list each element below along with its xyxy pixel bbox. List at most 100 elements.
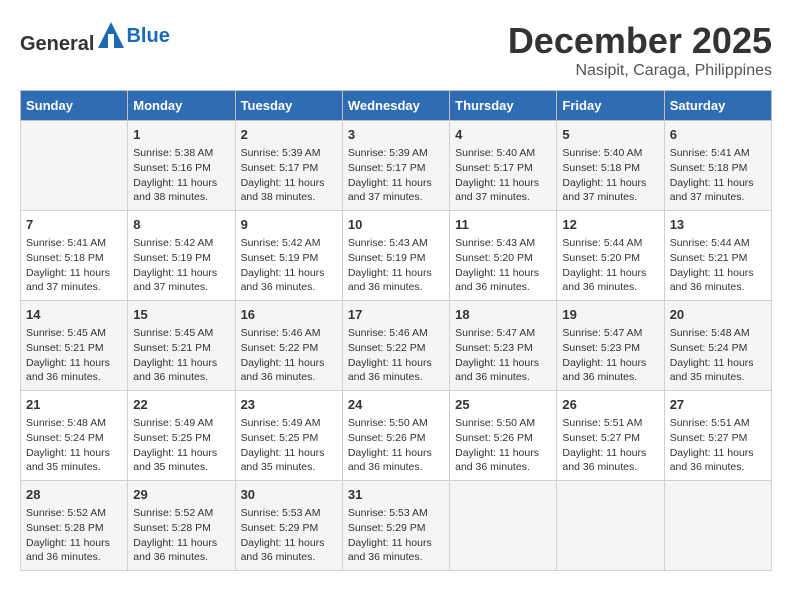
day-number: 27: [670, 396, 766, 414]
day-number: 30: [241, 486, 337, 504]
cell-info: Sunrise: 5:53 AM Sunset: 5:29 PM Dayligh…: [348, 506, 444, 565]
day-number: 25: [455, 396, 551, 414]
calendar-table: SundayMondayTuesdayWednesdayThursdayFrid…: [20, 90, 772, 571]
calendar-cell: 22 Sunrise: 5:49 AM Sunset: 5:25 PM Dayli…: [128, 391, 235, 481]
logo: General Blue: [20, 20, 170, 56]
weekday-header-thursday: Thursday: [450, 91, 557, 121]
cell-info: Sunrise: 5:39 AM Sunset: 5:17 PM Dayligh…: [348, 146, 444, 205]
day-number: 8: [133, 216, 229, 234]
title-block: December 2025 Nasipit, Caraga, Philippin…: [508, 20, 772, 80]
cell-info: Sunrise: 5:48 AM Sunset: 5:24 PM Dayligh…: [670, 326, 766, 385]
calendar-cell: 2Sunrise: 5:39 AM Sunset: 5:17 PM Daylig…: [235, 121, 342, 211]
week-row-3: 14Sunrise: 5:45 AM Sunset: 5:21 PM Dayli…: [21, 301, 772, 391]
calendar-cell: [664, 481, 771, 571]
day-number: 20: [670, 306, 766, 324]
day-number: 28: [26, 486, 122, 504]
day-number: 7: [26, 216, 122, 234]
calendar-cell: 30 Sunrise: 5:53 AM Sunset: 5:29 PM Dayli…: [235, 481, 342, 571]
weekday-header-saturday: Saturday: [664, 91, 771, 121]
calendar-cell: 15 Sunrise: 5:45 AM Sunset: 5:21 PM Dayli…: [128, 301, 235, 391]
cell-info: Sunrise: 5:47 AM Sunset: 5:23 PM Dayligh…: [455, 326, 551, 385]
cell-info: Sunrise: 5:43 AM Sunset: 5:20 PM Dayligh…: [455, 236, 551, 295]
day-number: 5: [562, 126, 658, 144]
cell-info: Sunrise: 5:41 AM Sunset: 5:18 PM Dayligh…: [670, 146, 766, 205]
logo-general-text: General: [20, 20, 126, 56]
calendar-cell: 8 Sunrise: 5:42 AM Sunset: 5:19 PM Daylig…: [128, 211, 235, 301]
calendar-cell: 29Sunrise: 5:52 AM Sunset: 5:28 PM Dayli…: [128, 481, 235, 571]
day-number: 12: [562, 216, 658, 234]
day-number: 21: [26, 396, 122, 414]
week-row-1: 1 Sunrise: 5:38 AM Sunset: 5:16 PM Daylig…: [21, 121, 772, 211]
calendar-cell: 9 Sunrise: 5:42 AM Sunset: 5:19 PM Daylig…: [235, 211, 342, 301]
calendar-cell: 18Sunrise: 5:47 AM Sunset: 5:23 PM Dayli…: [450, 301, 557, 391]
calendar-cell: 6Sunrise: 5:41 AM Sunset: 5:18 PM Daylig…: [664, 121, 771, 211]
calendar-cell: 21 Sunrise: 5:48 AM Sunset: 5:24 PM Dayli…: [21, 391, 128, 481]
cell-info: Sunrise: 5:47 AM Sunset: 5:23 PM Dayligh…: [562, 326, 658, 385]
day-number: 11: [455, 216, 551, 234]
day-number: 29: [133, 486, 229, 504]
cell-info: Sunrise: 5:40 AM Sunset: 5:17 PM Dayligh…: [455, 146, 551, 205]
calendar-cell: 5 Sunrise: 5:40 AM Sunset: 5:18 PM Daylig…: [557, 121, 664, 211]
month-title: December 2025: [508, 20, 772, 62]
calendar-cell: [450, 481, 557, 571]
day-number: 26: [562, 396, 658, 414]
cell-info: Sunrise: 5:49 AM Sunset: 5:25 PM Dayligh…: [133, 416, 229, 475]
weekday-header-monday: Monday: [128, 91, 235, 121]
calendar-cell: 3 Sunrise: 5:39 AM Sunset: 5:17 PM Daylig…: [342, 121, 449, 211]
cell-info: Sunrise: 5:38 AM Sunset: 5:16 PM Dayligh…: [133, 146, 229, 205]
calendar-cell: 1 Sunrise: 5:38 AM Sunset: 5:16 PM Daylig…: [128, 121, 235, 211]
day-number: 23: [241, 396, 337, 414]
logo-icon: [96, 20, 126, 50]
cell-info: Sunrise: 5:40 AM Sunset: 5:18 PM Dayligh…: [562, 146, 658, 205]
calendar-cell: 28 Sunrise: 5:52 AM Sunset: 5:28 PM Dayli…: [21, 481, 128, 571]
calendar-cell: [21, 121, 128, 211]
calendar-cell: 20 Sunrise: 5:48 AM Sunset: 5:24 PM Dayli…: [664, 301, 771, 391]
calendar-cell: 13Sunrise: 5:44 AM Sunset: 5:21 PM Dayli…: [664, 211, 771, 301]
calendar-cell: 31 Sunrise: 5:53 AM Sunset: 5:29 PM Dayli…: [342, 481, 449, 571]
calendar-cell: 17 Sunrise: 5:46 AM Sunset: 5:22 PM Dayli…: [342, 301, 449, 391]
cell-info: Sunrise: 5:42 AM Sunset: 5:19 PM Dayligh…: [241, 236, 337, 295]
day-number: 10: [348, 216, 444, 234]
day-number: 22: [133, 396, 229, 414]
cell-info: Sunrise: 5:44 AM Sunset: 5:21 PM Dayligh…: [670, 236, 766, 295]
day-number: 17: [348, 306, 444, 324]
cell-info: Sunrise: 5:46 AM Sunset: 5:22 PM Dayligh…: [348, 326, 444, 385]
logo-blue-text: Blue: [126, 25, 169, 48]
page-header: General Blue December 2025 Nasipit, Cara…: [20, 20, 772, 80]
cell-info: Sunrise: 5:39 AM Sunset: 5:17 PM Dayligh…: [241, 146, 337, 205]
cell-info: Sunrise: 5:50 AM Sunset: 5:26 PM Dayligh…: [348, 416, 444, 475]
day-number: 31: [348, 486, 444, 504]
cell-info: Sunrise: 5:43 AM Sunset: 5:19 PM Dayligh…: [348, 236, 444, 295]
cell-info: Sunrise: 5:48 AM Sunset: 5:24 PM Dayligh…: [26, 416, 122, 475]
day-number: 3: [348, 126, 444, 144]
calendar-cell: 16Sunrise: 5:46 AM Sunset: 5:22 PM Dayli…: [235, 301, 342, 391]
calendar-cell: 7 Sunrise: 5:41 AM Sunset: 5:18 PM Daylig…: [21, 211, 128, 301]
calendar-cell: 26 Sunrise: 5:51 AM Sunset: 5:27 PM Dayli…: [557, 391, 664, 481]
cell-info: Sunrise: 5:42 AM Sunset: 5:19 PM Dayligh…: [133, 236, 229, 295]
weekday-header-row: SundayMondayTuesdayWednesdayThursdayFrid…: [21, 91, 772, 121]
calendar-cell: 24 Sunrise: 5:50 AM Sunset: 5:26 PM Dayli…: [342, 391, 449, 481]
day-number: 4: [455, 126, 551, 144]
calendar-cell: 11 Sunrise: 5:43 AM Sunset: 5:20 PM Dayli…: [450, 211, 557, 301]
weekday-header-sunday: Sunday: [21, 91, 128, 121]
calendar-cell: 10 Sunrise: 5:43 AM Sunset: 5:19 PM Dayli…: [342, 211, 449, 301]
cell-info: Sunrise: 5:44 AM Sunset: 5:20 PM Dayligh…: [562, 236, 658, 295]
logo-text-general: General: [20, 33, 94, 55]
day-number: 15: [133, 306, 229, 324]
cell-info: Sunrise: 5:52 AM Sunset: 5:28 PM Dayligh…: [26, 506, 122, 565]
day-number: 9: [241, 216, 337, 234]
cell-info: Sunrise: 5:45 AM Sunset: 5:21 PM Dayligh…: [26, 326, 122, 385]
cell-info: Sunrise: 5:51 AM Sunset: 5:27 PM Dayligh…: [670, 416, 766, 475]
calendar-cell: 14Sunrise: 5:45 AM Sunset: 5:21 PM Dayli…: [21, 301, 128, 391]
calendar-cell: 27 Sunrise: 5:51 AM Sunset: 5:27 PM Dayli…: [664, 391, 771, 481]
cell-info: Sunrise: 5:51 AM Sunset: 5:27 PM Dayligh…: [562, 416, 658, 475]
day-number: 24: [348, 396, 444, 414]
cell-info: Sunrise: 5:46 AM Sunset: 5:22 PM Dayligh…: [241, 326, 337, 385]
calendar-cell: 25Sunrise: 5:50 AM Sunset: 5:26 PM Dayli…: [450, 391, 557, 481]
day-number: 1: [133, 126, 229, 144]
cell-info: Sunrise: 5:41 AM Sunset: 5:18 PM Dayligh…: [26, 236, 122, 295]
cell-info: Sunrise: 5:45 AM Sunset: 5:21 PM Dayligh…: [133, 326, 229, 385]
week-row-2: 7 Sunrise: 5:41 AM Sunset: 5:18 PM Daylig…: [21, 211, 772, 301]
calendar-cell: 12 Sunrise: 5:44 AM Sunset: 5:20 PM Dayli…: [557, 211, 664, 301]
cell-info: Sunrise: 5:53 AM Sunset: 5:29 PM Dayligh…: [241, 506, 337, 565]
